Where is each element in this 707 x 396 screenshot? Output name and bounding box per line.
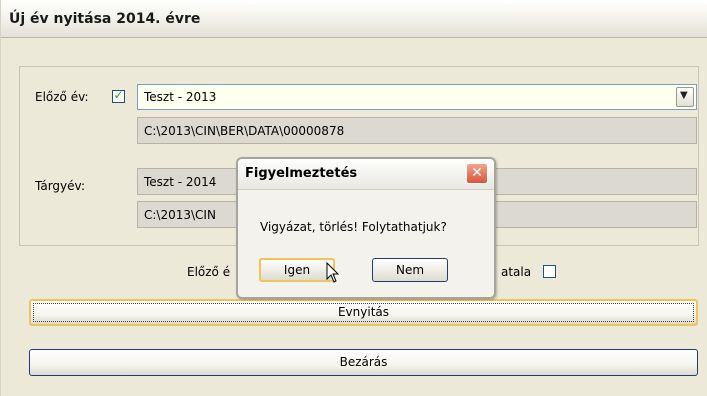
subject-year-path: C:\2013\CIN <box>144 208 216 222</box>
previous-year-checkbox[interactable]: ✓ <box>112 88 125 103</box>
warning-dialog: Figyelmeztetés ✕ Vigyázat, törlés! Folyt… <box>236 157 496 299</box>
previous-year-select[interactable]: Teszt - 2013 ▼ <box>137 84 697 110</box>
previous-year-path-field: C:\2013\CIN\BER\DATA\00000878 <box>137 117 697 144</box>
dialog-close-button[interactable]: ✕ <box>466 163 488 184</box>
option-checkbox[interactable] <box>543 265 556 278</box>
dialog-message: Vigyázat, törlés! Folytathatjuk? <box>260 220 447 234</box>
close-button[interactable]: Bezárás <box>29 349 698 376</box>
close-icon: ✕ <box>471 165 483 181</box>
title-bar[interactable]: Új év nyitása 2014. évre <box>1 0 707 38</box>
previous-year-label: Előző év: <box>35 90 89 104</box>
mouse-pointer-icon <box>326 262 340 283</box>
open-year-button[interactable]: Evnyitás <box>29 299 698 326</box>
previous-year-path: C:\2013\CIN\BER\DATA\00000878 <box>144 124 345 138</box>
dialog-title: Figyelmeztetés <box>245 166 358 181</box>
window-title: Új év nyitása 2014. évre <box>9 11 201 27</box>
previous-year-selected: Teszt - 2013 <box>144 90 217 104</box>
dropdown-button[interactable]: ▼ <box>676 87 694 107</box>
dialog-title-bar[interactable]: Figyelmeztetés ✕ <box>238 159 494 190</box>
yes-button[interactable]: Igen <box>259 258 335 282</box>
subject-year-label: Tárgyév: <box>35 179 86 193</box>
subject-year-name: Teszt - 2014 <box>144 175 217 189</box>
option-right-label: atala <box>501 265 532 279</box>
check-icon: ✓ <box>113 88 124 102</box>
no-button[interactable]: Nem <box>372 258 448 282</box>
chevron-down-icon: ▼ <box>680 90 688 101</box>
option-left-label: Előző é <box>187 265 231 279</box>
